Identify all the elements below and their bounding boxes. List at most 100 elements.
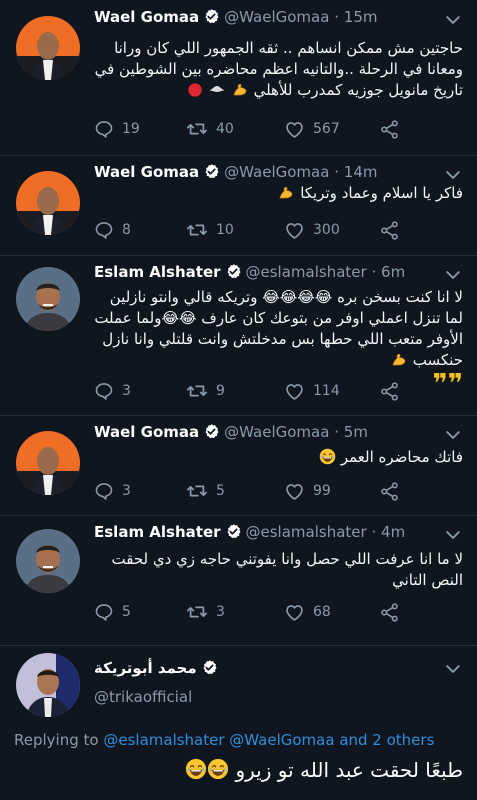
main-author: محمد أبوتريكة <box>94 659 222 677</box>
reply-button[interactable]: 3 <box>94 379 131 403</box>
laughing-emoji-icon <box>207 758 229 780</box>
reply-count: 3 <box>122 483 131 499</box>
reply-button[interactable]: 19 <box>94 117 140 141</box>
like-button[interactable]: 99 <box>284 479 331 503</box>
tweet-actions: 19 40 567 <box>94 117 417 141</box>
author-name[interactable]: Wael Gomaa <box>94 163 199 181</box>
retweet-button[interactable]: 3 <box>186 600 225 624</box>
flexed-biceps-emoji-icon <box>231 80 249 98</box>
reply-button[interactable]: 3 <box>94 479 131 503</box>
tweet-4[interactable]: Wael Gomaa @WaelGomaa · 5m فاتك محاضره ال… <box>0 415 477 516</box>
retweet-button[interactable]: 10 <box>186 218 234 242</box>
author-name[interactable]: Wael Gomaa <box>94 423 199 441</box>
retweet-count: 3 <box>216 604 225 620</box>
tweet-1[interactable]: Wael Gomaa @WaelGomaa · 15m حاجتين مش ممك… <box>0 0 477 156</box>
timestamp[interactable]: 4m <box>381 523 405 541</box>
avatar[interactable] <box>16 653 80 717</box>
like-button[interactable]: 114 <box>284 379 340 403</box>
share-button[interactable] <box>379 600 408 624</box>
reply-button[interactable]: 5 <box>94 600 131 624</box>
like-button[interactable]: 567 <box>284 117 340 141</box>
author-name[interactable]: Eslam Alshater <box>94 523 221 541</box>
share-icon <box>379 602 400 623</box>
reply-button[interactable]: 8 <box>94 218 131 242</box>
avatar[interactable] <box>16 431 80 495</box>
share-icon <box>379 220 400 241</box>
avatar[interactable] <box>16 16 80 80</box>
share-button[interactable] <box>379 379 408 403</box>
author-name[interactable]: Wael Gomaa <box>94 8 199 26</box>
like-count: 300 <box>313 222 340 238</box>
like-button[interactable]: 300 <box>284 218 340 242</box>
tweet-text: حاجتين مش ممكن انساهم .. ثقه الجمهور الل… <box>94 39 463 99</box>
timestamp[interactable]: 15m <box>344 8 378 26</box>
like-button[interactable]: 68 <box>284 600 331 624</box>
reply-icon <box>94 220 114 240</box>
avatar[interactable] <box>16 171 80 235</box>
retweet-button[interactable]: 9 <box>186 379 225 403</box>
retweet-button[interactable]: 5 <box>186 479 225 503</box>
tweet-text: فاتك محاضره العمر <box>94 447 463 468</box>
author-handle[interactable]: @eslamalshater <box>246 263 367 281</box>
chevron-down-icon[interactable] <box>443 425 463 445</box>
tweet-header: Wael Gomaa @WaelGomaa · 5m <box>94 423 447 445</box>
timestamp[interactable]: 14m <box>344 163 378 181</box>
share-button[interactable] <box>379 479 408 503</box>
flexed-biceps-emoji-icon <box>390 350 408 368</box>
share-icon <box>379 381 400 402</box>
quote-marks-emoji: ❞❞ <box>432 369 463 399</box>
chevron-down-icon[interactable] <box>443 659 463 679</box>
tweet-5[interactable]: Eslam Alshater @eslamalshater · 4m لا ما … <box>0 515 477 646</box>
tweet-header: Wael Gomaa @WaelGomaa · 14m <box>94 163 447 185</box>
main-tweet-text: طبعًا لحقت عبد الله تو زيرو <box>185 758 463 782</box>
author-name[interactable]: محمد أبوتريكة <box>94 659 197 677</box>
laughing-emoji-icon <box>319 448 336 465</box>
tweet-actions: 8 10 300 <box>94 218 417 242</box>
verified-icon <box>225 523 242 540</box>
author-handle[interactable]: @trikaofficial <box>94 688 192 706</box>
tweet-2[interactable]: Wael Gomaa @WaelGomaa · 14m فاكر يا اسلام… <box>0 155 477 256</box>
replying-to: Replying to @eslamalshater @WaelGomaa an… <box>14 731 434 749</box>
tweet-3[interactable]: Eslam Alshater @eslamalshater · 6m لا انا… <box>0 255 477 416</box>
chevron-down-icon[interactable] <box>443 265 463 285</box>
verified-icon <box>201 659 218 676</box>
share-icon <box>379 481 400 502</box>
reply-icon <box>94 481 114 501</box>
verified-icon <box>203 8 220 25</box>
reply-icon <box>94 381 114 401</box>
author-handle[interactable]: @WaelGomaa <box>224 423 329 441</box>
retweet-icon <box>186 480 208 502</box>
chevron-down-icon[interactable] <box>443 525 463 545</box>
chevron-down-icon[interactable] <box>443 165 463 185</box>
reply-count: 3 <box>122 383 131 399</box>
separator: · <box>371 263 377 281</box>
separator: · <box>334 423 339 441</box>
heart-icon <box>284 381 305 402</box>
like-count: 99 <box>313 483 331 499</box>
retweet-button[interactable]: 40 <box>186 117 234 141</box>
tweet-header: Wael Gomaa @WaelGomaa · 15m <box>94 8 447 30</box>
chevron-down-icon[interactable] <box>443 10 463 30</box>
tweet-header: Eslam Alshater @eslamalshater · 6m <box>94 263 447 285</box>
share-button[interactable] <box>379 117 408 141</box>
author-handle[interactable]: @eslamalshater <box>246 523 367 541</box>
like-count: 114 <box>313 383 340 399</box>
avatar[interactable] <box>16 267 80 331</box>
heart-icon <box>284 602 305 623</box>
author-handle[interactable]: @WaelGomaa <box>224 163 329 181</box>
separator: · <box>334 8 339 26</box>
tweet-header: Eslam Alshater @eslamalshater · 4m <box>94 523 447 545</box>
retweet-count: 9 <box>216 383 225 399</box>
retweet-count: 10 <box>216 222 234 238</box>
replying-to-link[interactable]: @eslamalshater @WaelGomaa and 2 others <box>103 731 434 749</box>
timestamp[interactable]: 6m <box>381 263 405 281</box>
author-handle[interactable]: @WaelGomaa <box>224 8 329 26</box>
avatar[interactable] <box>16 529 80 593</box>
retweet-icon <box>186 601 208 623</box>
timestamp[interactable]: 5m <box>344 423 368 441</box>
separator: · <box>334 163 339 181</box>
flexed-biceps-emoji-icon <box>277 183 295 201</box>
red-circle-emoji-icon <box>188 83 202 97</box>
share-button[interactable] <box>379 218 408 242</box>
author-name[interactable]: Eslam Alshater <box>94 263 221 281</box>
